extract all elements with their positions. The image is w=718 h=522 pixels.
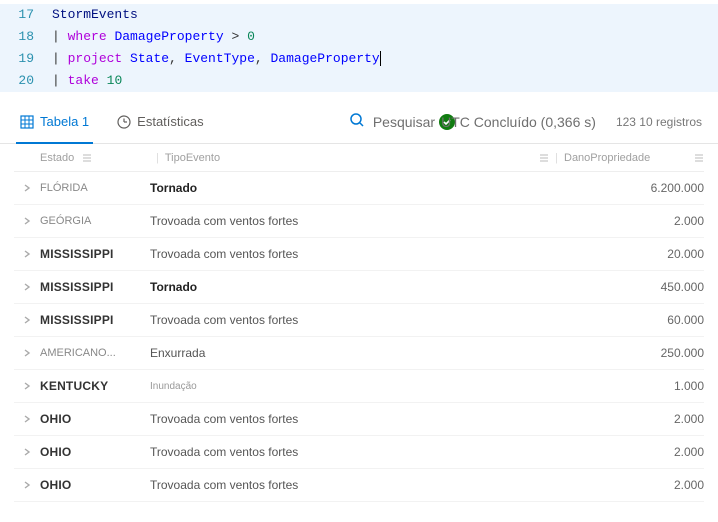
expand-row-icon[interactable] xyxy=(14,249,40,259)
cell-damage: 2.000 xyxy=(564,412,704,426)
cell-damage: 2.000 xyxy=(564,478,704,492)
table-row[interactable]: GEÓRGIATrovoada com ventos fortes2.000 xyxy=(14,205,704,238)
text-cursor xyxy=(380,51,381,66)
record-count: 123 10 registros xyxy=(616,115,702,129)
editor-line[interactable]: 18| where DamageProperty > 0 xyxy=(0,26,718,48)
query-editor[interactable]: 17StormEvents18| where DamageProperty > … xyxy=(0,0,718,100)
cell-event: Trovoada com ventos fortes xyxy=(150,247,564,261)
column-header-damage-label: DanoPropriedade xyxy=(564,152,650,164)
table-row[interactable]: MISSISSIPPITornado450.000 xyxy=(14,271,704,304)
table-row[interactable]: KENTUCKYInundação1.000 xyxy=(14,370,704,403)
cell-state: OHIO xyxy=(40,412,150,426)
expand-row-icon[interactable] xyxy=(14,216,40,226)
column-menu-icon[interactable] xyxy=(694,153,704,163)
cell-event: Tornado xyxy=(150,181,564,195)
expand-row-icon[interactable] xyxy=(14,414,40,424)
expand-row-icon[interactable] xyxy=(14,315,40,325)
editor-line[interactable]: 19| project State, EventType, DamageProp… xyxy=(0,48,718,70)
cell-state: MISSISSIPPI xyxy=(40,247,150,261)
cell-state: OHIO xyxy=(40,478,150,492)
line-number: 18 xyxy=(0,26,52,48)
cell-state: AMERICANO... xyxy=(40,347,150,359)
expand-row-icon[interactable] xyxy=(14,381,40,391)
cell-state: KENTUCKY xyxy=(40,379,150,393)
tab-table-label: Tabela 1 xyxy=(40,114,89,129)
cell-event: Trovoada com ventos fortes xyxy=(150,313,564,327)
tab-stats-label: Estatísticas xyxy=(137,114,203,129)
search-icon xyxy=(349,112,365,131)
cell-state: OHIO xyxy=(40,445,150,459)
table-row[interactable]: OHIOTrovoada com ventos fortes2.000 xyxy=(14,403,704,436)
cell-event: Trovoada com ventos fortes xyxy=(150,445,564,459)
results-grid: Estado | TipoEvento | DanoPropriedade FL… xyxy=(0,144,718,508)
table-icon xyxy=(20,115,34,129)
cell-damage: 6.200.000 xyxy=(564,181,704,195)
cell-damage: 2.000 xyxy=(564,445,704,459)
cell-state: GEÓRGIA xyxy=(40,215,150,227)
cell-event: Trovoada com ventos fortes xyxy=(150,214,564,228)
cell-event: Enxurrada xyxy=(150,346,564,360)
search-label: Pesquisar xyxy=(373,114,435,130)
clock-icon xyxy=(117,115,131,129)
grid-header-row: Estado | TipoEvento | DanoPropriedade xyxy=(14,144,704,172)
column-header-event-label: TipoEvento xyxy=(165,152,220,164)
line-number: 20 xyxy=(0,70,52,92)
table-row[interactable]: MISSISSIPPITrovoada com ventos fortes20.… xyxy=(14,238,704,271)
results-toolbar: Tabela 1 Estatísticas Pesquisar UTC Conc… xyxy=(0,100,718,144)
cell-damage: 450.000 xyxy=(564,280,704,294)
column-menu-icon[interactable] xyxy=(539,153,549,163)
editor-line[interactable]: 20| take 10 xyxy=(0,70,718,92)
query-timing: UTC Concluído (0,366 s) xyxy=(439,114,596,130)
cell-event: Tornado xyxy=(150,280,564,294)
column-header-damage[interactable]: DanoPropriedade xyxy=(564,152,704,164)
timing-label: UTC Concluído (0,366 s) xyxy=(441,114,596,130)
cell-state: MISSISSIPPI xyxy=(40,313,150,327)
tab-stats[interactable]: Estatísticas xyxy=(113,100,207,143)
code-content[interactable]: | project State, EventType, DamageProper… xyxy=(52,48,718,70)
expand-row-icon[interactable] xyxy=(14,447,40,457)
expand-row-icon[interactable] xyxy=(14,348,40,358)
search-box[interactable]: Pesquisar xyxy=(349,112,435,131)
cell-state: MISSISSIPPI xyxy=(40,280,150,294)
cell-damage: 20.000 xyxy=(564,247,704,261)
tab-table[interactable]: Tabela 1 xyxy=(16,100,93,143)
table-row[interactable]: FLÓRIDATornado6.200.000 xyxy=(14,172,704,205)
line-number: 19 xyxy=(0,48,52,70)
cell-event: Trovoada com ventos fortes xyxy=(150,412,564,426)
column-menu-icon[interactable] xyxy=(82,153,92,163)
column-header-event[interactable]: TipoEvento xyxy=(165,152,549,164)
table-row[interactable]: OHIOTrovoada com ventos fortes2.000 xyxy=(14,469,704,502)
column-header-state-label: Estado xyxy=(40,152,74,164)
cell-state: FLÓRIDA xyxy=(40,182,150,194)
code-content[interactable]: | where DamageProperty > 0 xyxy=(52,26,718,48)
expand-row-icon[interactable] xyxy=(14,282,40,292)
line-number: 17 xyxy=(0,4,52,26)
code-content[interactable]: StormEvents xyxy=(52,4,718,26)
cell-event: Trovoada com ventos fortes xyxy=(150,478,564,492)
table-row[interactable]: OHIOTrovoada com ventos fortes2.000 xyxy=(14,436,704,469)
code-content[interactable]: | take 10 xyxy=(52,70,718,92)
table-row[interactable]: AMERICANO...Enxurrada250.000 xyxy=(14,337,704,370)
cell-damage: 250.000 xyxy=(564,346,704,360)
cell-event: Inundação xyxy=(150,381,564,392)
table-row[interactable]: MISSISSIPPITrovoada com ventos fortes60.… xyxy=(14,304,704,337)
expand-row-icon[interactable] xyxy=(14,480,40,490)
cell-damage: 60.000 xyxy=(564,313,704,327)
cell-damage: 1.000 xyxy=(564,379,704,393)
column-header-state[interactable]: Estado xyxy=(40,152,150,164)
editor-line[interactable]: 17StormEvents xyxy=(0,4,718,26)
cell-damage: 2.000 xyxy=(564,214,704,228)
expand-row-icon[interactable] xyxy=(14,183,40,193)
